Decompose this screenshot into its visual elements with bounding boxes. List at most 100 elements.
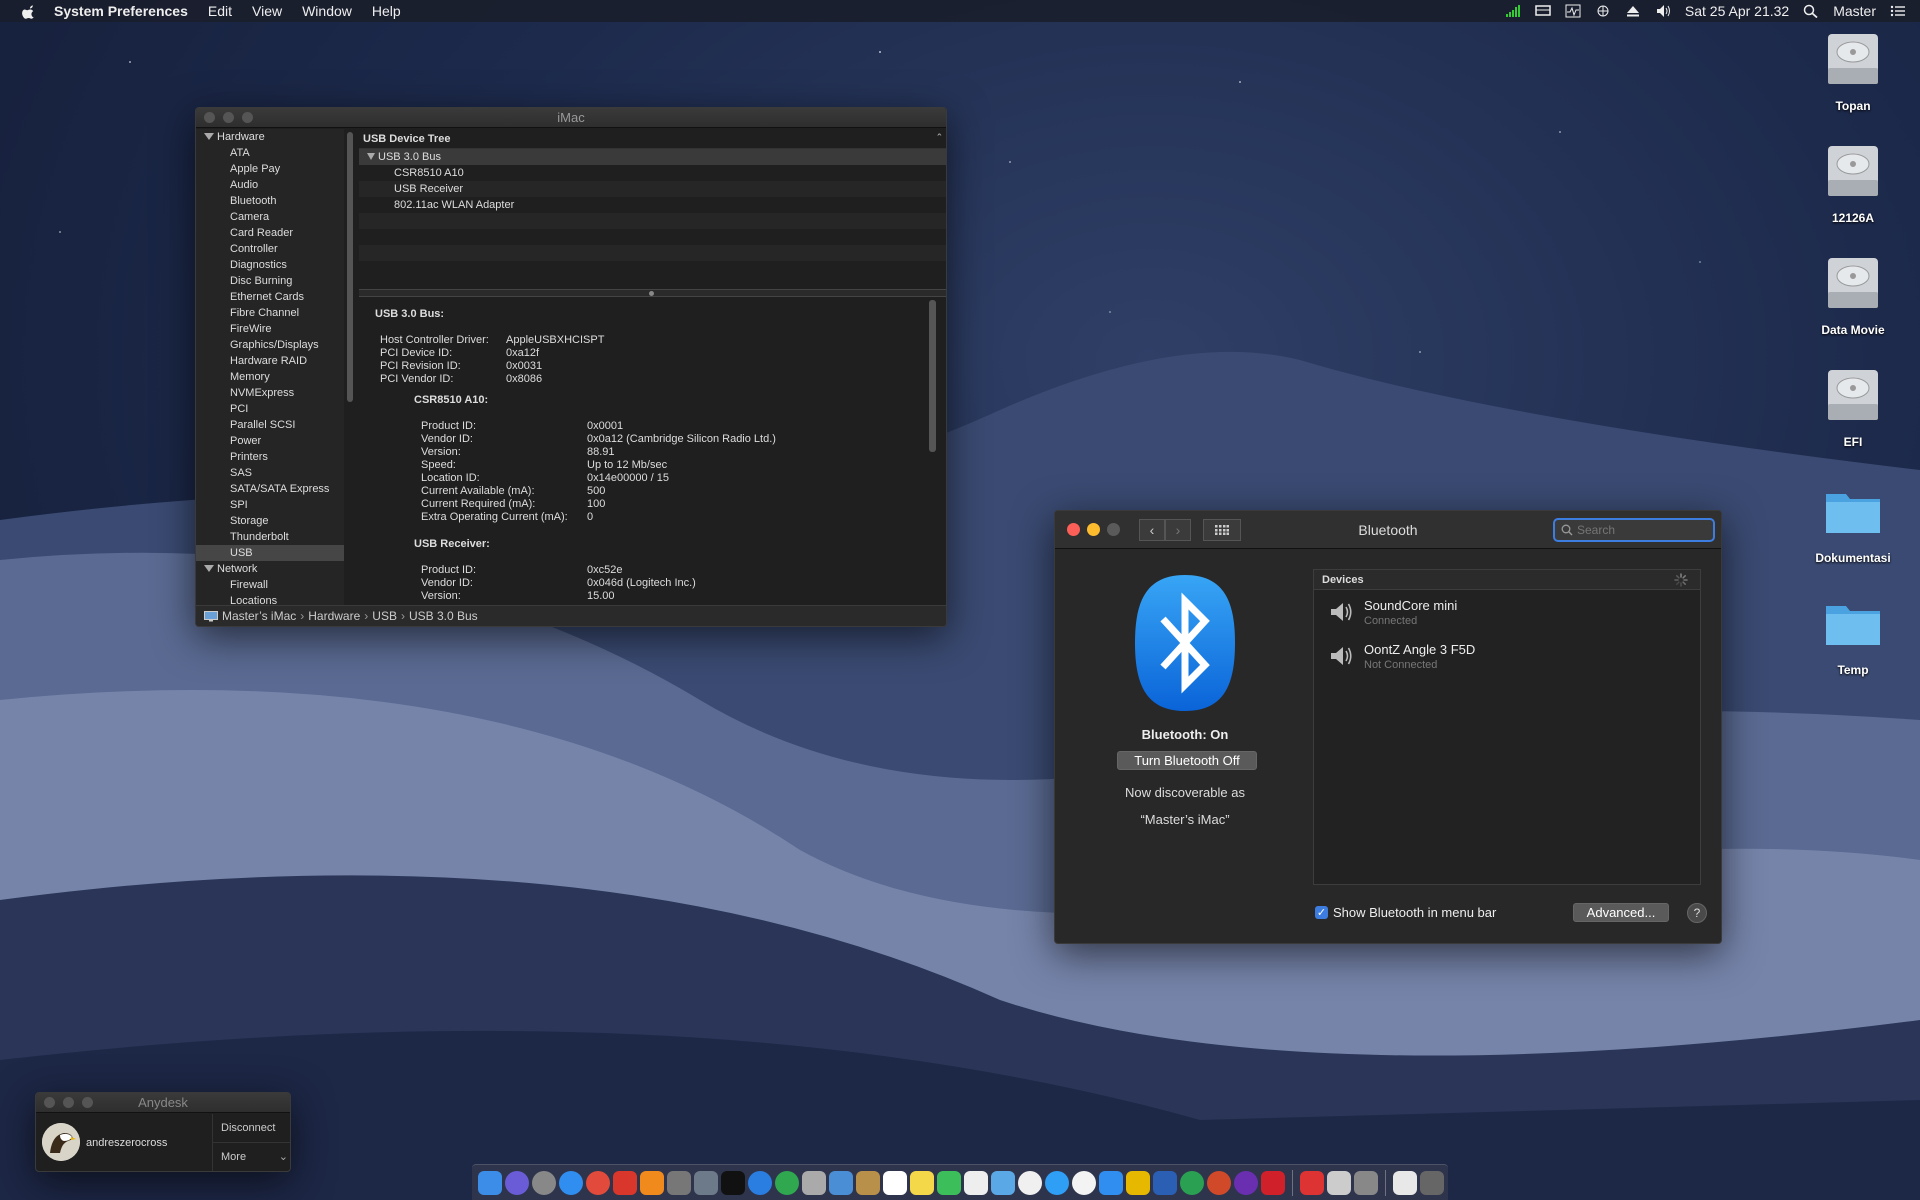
anydesk-icon[interactable]	[613, 1170, 637, 1195]
app-icon[interactable]	[1354, 1170, 1378, 1195]
activity-icon[interactable]	[1565, 4, 1581, 18]
menu-edit[interactable]: Edit	[208, 3, 232, 19]
finder-icon[interactable]	[478, 1170, 502, 1195]
sidebar-item-usb[interactable]: USB	[196, 545, 344, 561]
sidebar-item-firewall[interactable]: Firewall	[196, 577, 344, 593]
back-button[interactable]: ‹	[1139, 518, 1165, 541]
device-item[interactable]: SoundCore mini Connected	[1314, 590, 1700, 634]
sidebar-scrollbar[interactable]	[347, 132, 353, 402]
sidebar-item-apple-pay[interactable]: Apple Pay	[196, 161, 344, 177]
app-icon[interactable]	[1300, 1170, 1324, 1195]
sidebar-item-card-reader[interactable]: Card Reader	[196, 225, 344, 241]
more-button[interactable]: More ⌄	[213, 1143, 290, 1171]
facetime-icon[interactable]	[937, 1170, 961, 1195]
disclosure-triangle-icon[interactable]	[204, 565, 214, 572]
menu-help[interactable]: Help	[372, 3, 401, 19]
detail-scrollbar[interactable]	[929, 300, 936, 452]
menu-window[interactable]: Window	[302, 3, 352, 19]
tree-row-usb-bus[interactable]: USB 3.0 Bus	[359, 149, 946, 165]
teamviewer-icon[interactable]	[748, 1170, 772, 1195]
itunes-icon[interactable]	[1072, 1170, 1096, 1195]
sidebar-item-nvmexpress[interactable]: NVMExpress	[196, 385, 344, 401]
messages-icon[interactable]	[1045, 1170, 1069, 1195]
close-button[interactable]	[44, 1097, 55, 1108]
tree-row-usb-receiver[interactable]: USB Receiver	[359, 181, 946, 197]
sidebar-item-parallel-scsi[interactable]: Parallel SCSI	[196, 417, 344, 433]
trash-icon[interactable]	[1420, 1170, 1444, 1195]
minimize-button[interactable]	[1087, 523, 1100, 536]
menu-app-name[interactable]: System Preferences	[54, 3, 188, 19]
menu-view[interactable]: View	[252, 3, 282, 19]
sort-chevron-icon[interactable]: ˆ	[937, 129, 941, 148]
network-app-icon[interactable]	[775, 1170, 799, 1195]
window-titlebar[interactable]: Anydesk	[36, 1093, 290, 1113]
sidebar-item-firewire[interactable]: FireWire	[196, 321, 344, 337]
sidebar-item-hardware-raid[interactable]: Hardware RAID	[196, 353, 344, 369]
word-icon[interactable]	[1153, 1170, 1177, 1195]
show-in-menubar-checkbox[interactable]: ✓	[1315, 906, 1328, 919]
app-store-icon[interactable]	[1099, 1170, 1123, 1195]
device-item[interactable]: OontZ Angle 3 F5D Not Connected	[1314, 634, 1700, 678]
maps-icon[interactable]	[991, 1170, 1015, 1195]
window-titlebar[interactable]: ‹ › Bluetooth	[1055, 511, 1721, 549]
desktop-folder-temp[interactable]: Temp	[1798, 592, 1908, 677]
path-item[interactable]: Hardware	[308, 609, 360, 623]
turn-bluetooth-off-button[interactable]: Turn Bluetooth Off	[1117, 751, 1257, 770]
sidebar-item-fibre-channel[interactable]: Fibre Channel	[196, 305, 344, 321]
sidebar-item-spi[interactable]: SPI	[196, 497, 344, 513]
disconnect-button[interactable]: Disconnect	[213, 1114, 290, 1143]
siri-icon[interactable]	[505, 1170, 529, 1195]
zoom-button[interactable]	[242, 112, 253, 123]
reminders-icon[interactable]	[964, 1170, 988, 1195]
sync-app-icon[interactable]	[1180, 1170, 1204, 1195]
notification-center-icon[interactable]	[1890, 4, 1906, 18]
close-button[interactable]	[204, 112, 215, 123]
tree-row-csr8510[interactable]: CSR8510 A10	[359, 165, 946, 181]
zoom-button[interactable]	[1107, 523, 1120, 536]
spotlight-search-icon[interactable]	[1803, 4, 1819, 18]
disclosure-triangle-icon[interactable]	[204, 133, 214, 140]
show-in-menubar-option[interactable]: ✓ Show Bluetooth in menu bar	[1315, 905, 1496, 920]
menubar-clock[interactable]: Sat 25 Apr 21.32	[1685, 3, 1789, 19]
sidebar-group-network[interactable]: Network	[196, 561, 344, 577]
tree-row-wlan-adapter[interactable]: 802.11ac WLAN Adapter	[359, 197, 946, 213]
sidebar-item-sas[interactable]: SAS	[196, 465, 344, 481]
close-button[interactable]	[1067, 523, 1080, 536]
disclosure-triangle-icon[interactable]	[367, 153, 375, 160]
window-titlebar[interactable]: iMac	[196, 108, 946, 128]
calendar-icon[interactable]	[883, 1170, 907, 1195]
split-view-divider[interactable]	[359, 289, 946, 297]
sidebar-item-camera[interactable]: Camera	[196, 209, 344, 225]
textedit-icon[interactable]	[1327, 1170, 1351, 1195]
search-field[interactable]	[1553, 518, 1715, 542]
desktop-disk-data-movie[interactable]: Data Movie	[1798, 252, 1908, 337]
installer-icon[interactable]	[802, 1170, 826, 1195]
sidebar-item-audio[interactable]: Audio	[196, 177, 344, 193]
advanced-button[interactable]: Advanced...	[1573, 903, 1669, 922]
desktop-folder-dokumentasi[interactable]: Dokumentasi	[1798, 480, 1908, 565]
photos-icon[interactable]	[1018, 1170, 1042, 1195]
help-button[interactable]: ?	[1687, 903, 1707, 923]
safari-icon[interactable]	[559, 1170, 583, 1195]
contacts-icon[interactable]	[856, 1170, 880, 1195]
terminal-icon[interactable]	[721, 1170, 745, 1195]
app-icon[interactable]	[1234, 1170, 1258, 1195]
path-item[interactable]: Master’s iMac	[222, 609, 296, 623]
sidebar-group-hardware[interactable]: Hardware	[196, 129, 344, 145]
divider-handle-icon[interactable]	[649, 291, 654, 296]
desktop-disk-efi[interactable]: EFI	[1798, 364, 1908, 449]
sidebar-item-diagnostics[interactable]: Diagnostics	[196, 257, 344, 273]
minimize-button[interactable]	[63, 1097, 74, 1108]
documents-stack-icon[interactable]	[1393, 1170, 1417, 1195]
utility-icon[interactable]	[694, 1170, 718, 1195]
network-icon[interactable]	[1595, 4, 1611, 18]
forward-button[interactable]: ›	[1165, 518, 1191, 541]
notes-icon[interactable]	[910, 1170, 934, 1195]
sidebar-item-sata[interactable]: SATA/SATA Express	[196, 481, 344, 497]
path-item[interactable]: USB 3.0 Bus	[409, 609, 478, 623]
preview-icon[interactable]	[829, 1170, 853, 1195]
vlc-icon[interactable]	[640, 1170, 664, 1195]
minimize-button[interactable]	[223, 112, 234, 123]
search-input[interactable]	[1577, 523, 1707, 537]
zoom-button[interactable]	[82, 1097, 93, 1108]
